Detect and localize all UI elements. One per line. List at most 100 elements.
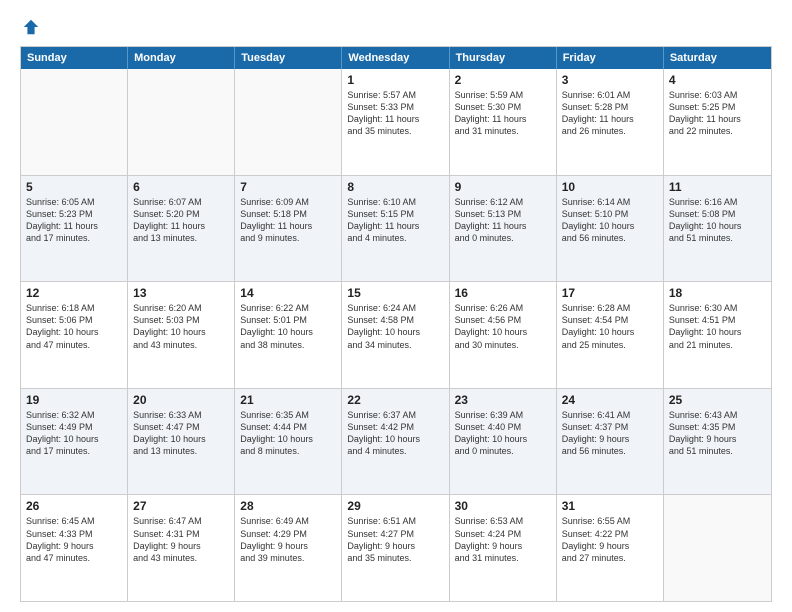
day-number: 6 bbox=[133, 180, 229, 194]
day-number: 13 bbox=[133, 286, 229, 300]
cell-text: Sunrise: 6:37 AM Sunset: 4:42 PM Dayligh… bbox=[347, 409, 443, 458]
header-day: Thursday bbox=[450, 47, 557, 69]
calendar-cell bbox=[21, 69, 128, 175]
day-number: 5 bbox=[26, 180, 122, 194]
cell-text: Sunrise: 6:33 AM Sunset: 4:47 PM Dayligh… bbox=[133, 409, 229, 458]
cell-text: Sunrise: 6:22 AM Sunset: 5:01 PM Dayligh… bbox=[240, 302, 336, 351]
calendar-cell: 31 Sunrise: 6:55 AM Sunset: 4:22 PM Dayli… bbox=[557, 495, 664, 601]
day-number: 17 bbox=[562, 286, 658, 300]
calendar-cell: 26 Sunrise: 6:45 AM Sunset: 4:33 PM Dayli… bbox=[21, 495, 128, 601]
header-day: Wednesday bbox=[342, 47, 449, 69]
calendar-cell: 24 Sunrise: 6:41 AM Sunset: 4:37 PM Dayli… bbox=[557, 389, 664, 495]
calendar-cell: 14 Sunrise: 6:22 AM Sunset: 5:01 PM Dayli… bbox=[235, 282, 342, 388]
day-number: 8 bbox=[347, 180, 443, 194]
cell-text: Sunrise: 6:20 AM Sunset: 5:03 PM Dayligh… bbox=[133, 302, 229, 351]
calendar-cell: 10 Sunrise: 6:14 AM Sunset: 5:10 PM Dayli… bbox=[557, 176, 664, 282]
cell-text: Sunrise: 6:12 AM Sunset: 5:13 PM Dayligh… bbox=[455, 196, 551, 245]
calendar-cell: 22 Sunrise: 6:37 AM Sunset: 4:42 PM Dayli… bbox=[342, 389, 449, 495]
calendar-cell: 6Sunrise: 6:07 AM Sunset: 5:20 PM Daylig… bbox=[128, 176, 235, 282]
cell-text: Sunrise: 6:28 AM Sunset: 4:54 PM Dayligh… bbox=[562, 302, 658, 351]
calendar-cell: 15Sunrise: 6:24 AM Sunset: 4:58 PM Dayli… bbox=[342, 282, 449, 388]
day-number: 7 bbox=[240, 180, 336, 194]
calendar-row: 12 Sunrise: 6:18 AM Sunset: 5:06 PM Dayli… bbox=[21, 281, 771, 388]
calendar-cell: 21 Sunrise: 6:35 AM Sunset: 4:44 PM Dayli… bbox=[235, 389, 342, 495]
cell-text: Sunrise: 6:14 AM Sunset: 5:10 PM Dayligh… bbox=[562, 196, 658, 245]
calendar-cell: 18 Sunrise: 6:30 AM Sunset: 4:51 PM Dayli… bbox=[664, 282, 771, 388]
logo bbox=[20, 18, 40, 36]
day-number: 27 bbox=[133, 499, 229, 513]
day-number: 3 bbox=[562, 73, 658, 87]
page: SundayMondayTuesdayWednesdayThursdayFrid… bbox=[0, 0, 792, 612]
day-number: 14 bbox=[240, 286, 336, 300]
calendar-header: SundayMondayTuesdayWednesdayThursdayFrid… bbox=[21, 47, 771, 69]
calendar-row: 1 Sunrise: 5:57 AM Sunset: 5:33 PM Daylig… bbox=[21, 69, 771, 175]
calendar-cell: 25 Sunrise: 6:43 AM Sunset: 4:35 PM Dayli… bbox=[664, 389, 771, 495]
cell-text: Sunrise: 6:51 AM Sunset: 4:27 PM Dayligh… bbox=[347, 515, 443, 564]
cell-text: Sunrise: 6:45 AM Sunset: 4:33 PM Dayligh… bbox=[26, 515, 122, 564]
cell-text: Sunrise: 6:43 AM Sunset: 4:35 PM Dayligh… bbox=[669, 409, 766, 458]
day-number: 12 bbox=[26, 286, 122, 300]
calendar-cell: 8 Sunrise: 6:10 AM Sunset: 5:15 PM Daylig… bbox=[342, 176, 449, 282]
calendar-cell bbox=[664, 495, 771, 601]
day-number: 26 bbox=[26, 499, 122, 513]
calendar-cell: 1 Sunrise: 5:57 AM Sunset: 5:33 PM Daylig… bbox=[342, 69, 449, 175]
day-number: 25 bbox=[669, 393, 766, 407]
header-day: Friday bbox=[557, 47, 664, 69]
calendar-cell: 28Sunrise: 6:49 AM Sunset: 4:29 PM Dayli… bbox=[235, 495, 342, 601]
day-number: 10 bbox=[562, 180, 658, 194]
day-number: 21 bbox=[240, 393, 336, 407]
calendar-cell: 11Sunrise: 6:16 AM Sunset: 5:08 PM Dayli… bbox=[664, 176, 771, 282]
cell-text: Sunrise: 6:41 AM Sunset: 4:37 PM Dayligh… bbox=[562, 409, 658, 458]
cell-text: Sunrise: 6:05 AM Sunset: 5:23 PM Dayligh… bbox=[26, 196, 122, 245]
calendar-cell: 5 Sunrise: 6:05 AM Sunset: 5:23 PM Daylig… bbox=[21, 176, 128, 282]
header-day: Saturday bbox=[664, 47, 771, 69]
calendar-cell: 3 Sunrise: 6:01 AM Sunset: 5:28 PM Daylig… bbox=[557, 69, 664, 175]
cell-text: Sunrise: 6:47 AM Sunset: 4:31 PM Dayligh… bbox=[133, 515, 229, 564]
calendar-cell: 9 Sunrise: 6:12 AM Sunset: 5:13 PM Daylig… bbox=[450, 176, 557, 282]
day-number: 31 bbox=[562, 499, 658, 513]
calendar-cell: 30Sunrise: 6:53 AM Sunset: 4:24 PM Dayli… bbox=[450, 495, 557, 601]
calendar-row: 5 Sunrise: 6:05 AM Sunset: 5:23 PM Daylig… bbox=[21, 175, 771, 282]
cell-text: Sunrise: 6:24 AM Sunset: 4:58 PM Dayligh… bbox=[347, 302, 443, 351]
calendar-cell: 12 Sunrise: 6:18 AM Sunset: 5:06 PM Dayli… bbox=[21, 282, 128, 388]
day-number: 24 bbox=[562, 393, 658, 407]
calendar-body: 1 Sunrise: 5:57 AM Sunset: 5:33 PM Daylig… bbox=[21, 69, 771, 601]
cell-text: Sunrise: 6:26 AM Sunset: 4:56 PM Dayligh… bbox=[455, 302, 551, 351]
cell-text: Sunrise: 6:01 AM Sunset: 5:28 PM Dayligh… bbox=[562, 89, 658, 138]
cell-text: Sunrise: 6:09 AM Sunset: 5:18 PM Dayligh… bbox=[240, 196, 336, 245]
header-day: Tuesday bbox=[235, 47, 342, 69]
calendar-cell: 13 Sunrise: 6:20 AM Sunset: 5:03 PM Dayli… bbox=[128, 282, 235, 388]
day-number: 22 bbox=[347, 393, 443, 407]
cell-text: Sunrise: 6:03 AM Sunset: 5:25 PM Dayligh… bbox=[669, 89, 766, 138]
cell-text: Sunrise: 6:55 AM Sunset: 4:22 PM Dayligh… bbox=[562, 515, 658, 564]
cell-text: Sunrise: 6:32 AM Sunset: 4:49 PM Dayligh… bbox=[26, 409, 122, 458]
day-number: 19 bbox=[26, 393, 122, 407]
day-number: 2 bbox=[455, 73, 551, 87]
cell-text: Sunrise: 6:18 AM Sunset: 5:06 PM Dayligh… bbox=[26, 302, 122, 351]
calendar-cell: 20Sunrise: 6:33 AM Sunset: 4:47 PM Dayli… bbox=[128, 389, 235, 495]
cell-text: Sunrise: 5:57 AM Sunset: 5:33 PM Dayligh… bbox=[347, 89, 443, 138]
calendar-row: 26 Sunrise: 6:45 AM Sunset: 4:33 PM Dayli… bbox=[21, 494, 771, 601]
day-number: 30 bbox=[455, 499, 551, 513]
cell-text: Sunrise: 6:10 AM Sunset: 5:15 PM Dayligh… bbox=[347, 196, 443, 245]
calendar-cell bbox=[235, 69, 342, 175]
calendar-cell: 16 Sunrise: 6:26 AM Sunset: 4:56 PM Dayli… bbox=[450, 282, 557, 388]
header bbox=[20, 18, 772, 36]
calendar-row: 19 Sunrise: 6:32 AM Sunset: 4:49 PM Dayli… bbox=[21, 388, 771, 495]
cell-text: Sunrise: 6:35 AM Sunset: 4:44 PM Dayligh… bbox=[240, 409, 336, 458]
day-number: 1 bbox=[347, 73, 443, 87]
day-number: 29 bbox=[347, 499, 443, 513]
calendar: SundayMondayTuesdayWednesdayThursdayFrid… bbox=[20, 46, 772, 602]
day-number: 9 bbox=[455, 180, 551, 194]
calendar-cell: 17 Sunrise: 6:28 AM Sunset: 4:54 PM Dayli… bbox=[557, 282, 664, 388]
day-number: 28 bbox=[240, 499, 336, 513]
calendar-cell bbox=[128, 69, 235, 175]
day-number: 16 bbox=[455, 286, 551, 300]
cell-text: Sunrise: 6:39 AM Sunset: 4:40 PM Dayligh… bbox=[455, 409, 551, 458]
day-number: 18 bbox=[669, 286, 766, 300]
day-number: 11 bbox=[669, 180, 766, 194]
logo-icon bbox=[22, 18, 40, 36]
calendar-cell: 29 Sunrise: 6:51 AM Sunset: 4:27 PM Dayli… bbox=[342, 495, 449, 601]
calendar-cell: 4Sunrise: 6:03 AM Sunset: 5:25 PM Daylig… bbox=[664, 69, 771, 175]
cell-text: Sunrise: 6:30 AM Sunset: 4:51 PM Dayligh… bbox=[669, 302, 766, 351]
